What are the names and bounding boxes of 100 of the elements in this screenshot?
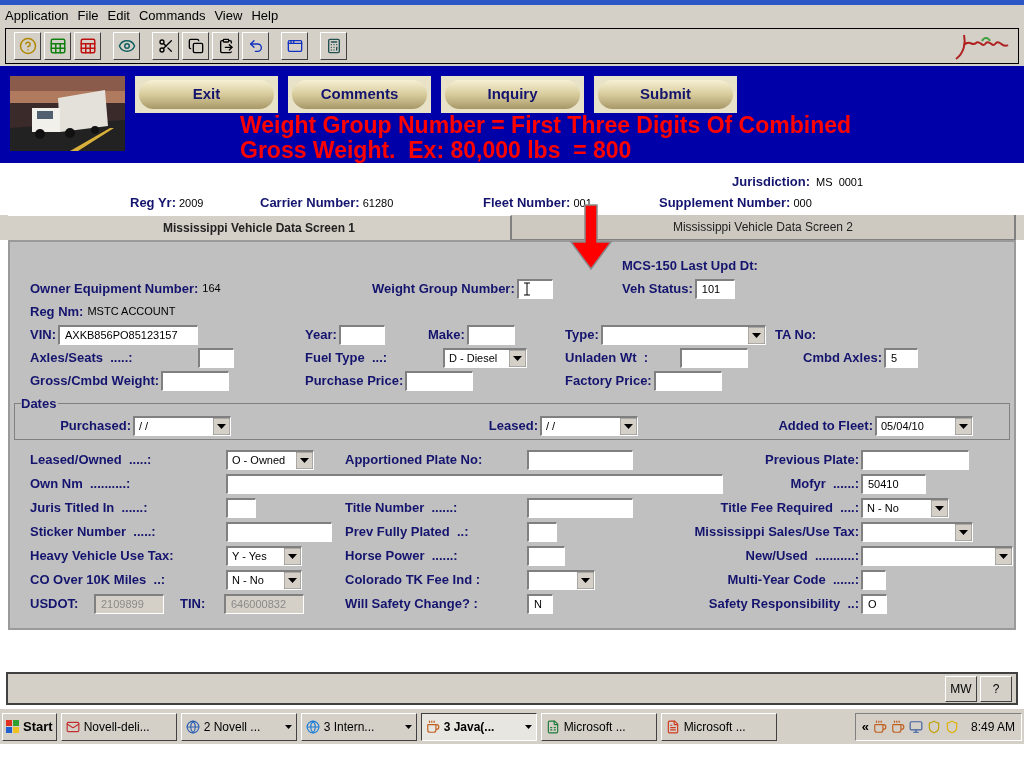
- caret-icon: [524, 724, 532, 729]
- status-button[interactable]: MW: [945, 675, 977, 702]
- dropdown-arrow-icon[interactable]: [213, 417, 230, 435]
- dropdown-arrow-icon[interactable]: [955, 524, 972, 541]
- copy-icon[interactable]: [182, 32, 209, 60]
- taskbar-button[interactable]: 3 Java(...: [420, 712, 537, 741]
- dropdown[interactable]: / /: [540, 415, 638, 436]
- text-field[interactable]: N: [527, 594, 553, 614]
- field-value: 61280: [362, 195, 394, 211]
- text-field[interactable]: [861, 570, 886, 590]
- text-field[interactable]: [653, 370, 722, 391]
- text-field[interactable]: [466, 324, 515, 345]
- field-label: Make:: [428, 325, 466, 344]
- field-label: Weight Group Number:: [372, 279, 516, 298]
- dropdown[interactable]: Y - Yes: [226, 546, 302, 566]
- field-label: TA No:: [775, 325, 818, 344]
- menu-item[interactable]: Commands: [138, 5, 206, 26]
- text-field[interactable]: [527, 450, 633, 470]
- text-field[interactable]: [680, 347, 748, 368]
- text-field[interactable]: [226, 498, 256, 518]
- field-label: Multi-Year Code ......:: [726, 571, 860, 590]
- status-button[interactable]: ?: [980, 675, 1012, 702]
- header-button[interactable]: Exit: [135, 76, 278, 113]
- sheet-icon[interactable]: [44, 32, 71, 60]
- text-field[interactable]: [338, 324, 385, 345]
- dropdown-arrow-icon[interactable]: [747, 326, 765, 344]
- header-button[interactable]: Inquiry: [441, 76, 584, 113]
- field-label: Sticker Number .....:: [30, 523, 157, 542]
- help-icon[interactable]: [14, 32, 41, 60]
- dropdown-arrow-icon[interactable]: [296, 452, 313, 469]
- window-icon[interactable]: [281, 32, 308, 60]
- menu-item[interactable]: View: [214, 5, 243, 26]
- menu-item[interactable]: Help: [251, 5, 279, 26]
- tab[interactable]: Mississippi Vehicle Data Screen 1: [8, 215, 512, 240]
- field-label: Prev Fully Plated ..:: [345, 523, 470, 542]
- clock: 8:49 AM: [970, 718, 1015, 736]
- dropdown-arrow-icon[interactable]: [284, 548, 301, 565]
- text-field[interactable]: O: [861, 594, 887, 614]
- dropdown-arrow-icon[interactable]: [955, 417, 972, 435]
- dropdown[interactable]: [527, 570, 595, 590]
- cut-icon[interactable]: [152, 32, 179, 60]
- taskbar-button[interactable]: 2 Novell ...: [180, 712, 297, 741]
- text-field[interactable]: [198, 347, 234, 368]
- dropdown-arrow-icon[interactable]: [995, 548, 1012, 565]
- text-field[interactable]: [405, 370, 474, 391]
- text-field[interactable]: 5: [884, 347, 918, 368]
- field-label: Reg Yr:: [130, 194, 176, 213]
- paste-icon[interactable]: [212, 32, 239, 60]
- tab[interactable]: Mississippi Vehicle Data Screen 2: [512, 215, 1016, 240]
- dropdown[interactable]: D - Diesel: [443, 347, 527, 368]
- undo-icon[interactable]: [242, 32, 269, 60]
- taskbar-button[interactable]: 3 Intern...: [300, 712, 417, 741]
- menu-item[interactable]: File: [77, 5, 99, 26]
- sheet-icon[interactable]: [74, 32, 101, 60]
- calculator-icon[interactable]: [320, 32, 347, 60]
- taskbar-button[interactable]: Microsoft ...: [540, 712, 657, 741]
- dropdown-arrow-icon[interactable]: [284, 572, 301, 589]
- dropdown-arrow-icon[interactable]: [509, 349, 526, 367]
- text-field[interactable]: [527, 522, 557, 542]
- field-label: Juris Titled In ......:: [30, 499, 149, 518]
- dropdown[interactable]: [861, 522, 973, 542]
- header-button[interactable]: Comments: [288, 76, 431, 113]
- field-label: VIN:: [30, 325, 57, 344]
- menu-item[interactable]: Application: [5, 5, 69, 26]
- taskbar-button[interactable]: Novell-deli...: [60, 712, 177, 741]
- dropdown[interactable]: 05/04/10: [875, 415, 973, 436]
- text-field[interactable]: [161, 370, 230, 391]
- field-label: Apportioned Plate No:: [345, 451, 484, 470]
- text-field[interactable]: [527, 546, 565, 566]
- dropdown[interactable]: / /: [133, 415, 231, 436]
- field-label: MCS-150 Last Upd Dt:: [622, 256, 759, 275]
- text-field[interactable]: 50410: [861, 474, 926, 494]
- dropdown[interactable]: N - No: [226, 570, 302, 590]
- text-field[interactable]: [861, 450, 969, 470]
- text-field[interactable]: 101: [694, 278, 735, 299]
- app-icon: [665, 719, 680, 734]
- taskbar-button[interactable]: Microsoft ...: [660, 712, 777, 741]
- dropdown[interactable]: [600, 324, 766, 345]
- field-label: TIN:: [180, 595, 207, 614]
- eye-icon[interactable]: [113, 32, 140, 60]
- start-button[interactable]: Start: [2, 712, 57, 741]
- shield-icon: [926, 719, 941, 734]
- field-label: USDOT:: [30, 595, 80, 614]
- text-field[interactable]: [226, 522, 332, 542]
- dropdown-arrow-icon[interactable]: [577, 572, 594, 589]
- field-label: Will Safety Change? :: [345, 595, 479, 614]
- dropdown[interactable]: O - Owned: [226, 450, 314, 470]
- text-field[interactable]: [527, 498, 633, 518]
- dropdown-arrow-icon[interactable]: [931, 500, 948, 517]
- tray-expand[interactable]: «: [861, 716, 869, 737]
- text-field[interactable]: [516, 278, 553, 299]
- text-field[interactable]: AXKB856PO85123157: [58, 324, 198, 345]
- dropdown[interactable]: [861, 546, 1013, 566]
- dropdown-arrow-icon[interactable]: [620, 417, 637, 435]
- dropdown[interactable]: N - No: [861, 498, 949, 518]
- field-value: MSTC ACCOUNT: [87, 304, 176, 320]
- menu-item[interactable]: Edit: [107, 5, 130, 26]
- header-button[interactable]: Submit: [594, 76, 737, 113]
- monitor-icon: [908, 719, 923, 734]
- text-field[interactable]: [226, 474, 723, 494]
